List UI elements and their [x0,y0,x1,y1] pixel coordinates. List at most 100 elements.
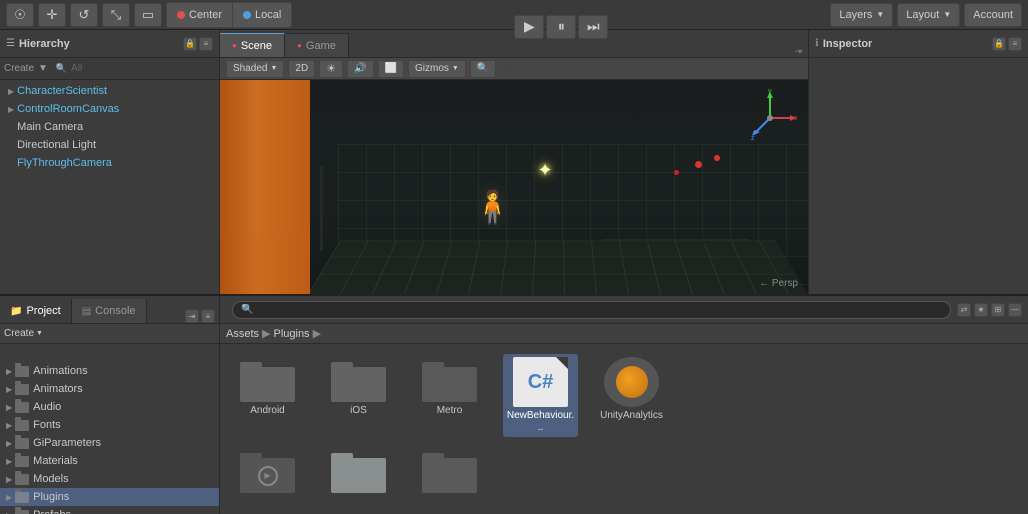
folder-arrow: ▶ [6,511,12,514]
video-folder-thumb: ▶ [240,448,295,493]
folder-item-prefabs[interactable]: ▶ Prefabs [0,506,219,514]
folder-icon [15,438,29,449]
layers-dropdown[interactable]: Layers ▼ [830,3,893,27]
file-item-android[interactable]: Android [230,354,305,420]
inspector-panel-controls: 🔒 ≡ [992,37,1022,51]
account-button[interactable]: Account [964,3,1022,27]
play-button[interactable]: ▶ [514,15,544,39]
folder-item-plugins[interactable]: ▶ Plugins [0,488,219,506]
scene-panel-lock[interactable]: ⇥ [788,46,808,57]
game-tab-dot: ● [297,41,302,50]
local-btn[interactable]: Local [233,3,291,27]
hierarchy-item-directionallight[interactable]: ▶ Directional Light [0,136,219,154]
project-tab[interactable]: 📁 Project [0,299,72,323]
search-icon: 🔍 [56,63,67,74]
folder-item-models[interactable]: ▶ Models [0,470,219,488]
folder-list: ▶ Animations ▶ Animators ▶ Audio ▶ [0,344,219,514]
file-item-folder-sm[interactable] [412,445,487,496]
file-label-metro: Metro [437,405,463,417]
top-toolbar: ☉ ✛ ↺ ⤡ ▭ Center Local ▶ ⏸ ⏭ Layers ▼ La… [0,0,1028,30]
sync-btn[interactable]: ⇄ [957,303,971,317]
right-toolbar: Layers ▼ Layout ▼ Account [830,3,1022,27]
hierarchy-create-btn[interactable]: Create [4,63,34,74]
file-item-metro[interactable]: Metro [412,354,487,420]
folder-list-scroll-spacer [0,346,219,362]
hand-tool-btn[interactable]: ☉ [6,3,34,27]
file-label-ios: iOS [350,405,367,417]
file-item-ios[interactable]: iOS [321,354,396,420]
folder-arrow: ▶ [6,457,12,466]
2d-btn[interactable]: 2D [288,60,315,78]
console-tab[interactable]: ▤ Console [72,299,147,323]
rotate-tool-btn[interactable]: ↺ [70,3,98,27]
hierarchy-header: ☰ Hierarchy 🔒 ≡ [0,30,219,58]
folder-icon [15,384,29,395]
effects-btn[interactable]: ⬜ [378,60,404,78]
folder-item-animators[interactable]: ▶ Animators [0,380,219,398]
file-label-android: Android [250,405,284,417]
folder-icon [15,474,29,485]
hierarchy-create-arrow: ▼ [38,63,48,74]
pause-button[interactable]: ⏸ [546,15,576,39]
folder-thumb-android [240,357,295,402]
audio-btn[interactable]: 🔊 [347,60,373,78]
pivot-group: Center Local [166,2,292,28]
star-btn[interactable]: ★ [974,303,988,317]
hierarchy-search-all: All [71,63,82,74]
hierarchy-item-characterscientist[interactable]: ▶ CharacterScientist [0,82,219,100]
file-item-newbehaviour[interactable]: C# NewBehaviour... [503,354,578,437]
inspector-title: Inspector [823,38,873,50]
folder-item-animations[interactable]: ▶ Animations [0,362,219,380]
create-arrow: ▼ [36,330,43,337]
file-item-video[interactable]: ▶ [230,445,305,496]
game-tab[interactable]: ● Game [285,33,349,57]
inspector-panel: ℹ Inspector 🔒 ≡ [808,30,1028,294]
move-tool-btn[interactable]: ✛ [38,3,66,27]
rect-tool-btn[interactable]: ▭ [134,3,162,27]
project-create-bar: Create ▼ [0,324,219,344]
folder-item-audio[interactable]: ▶ Audio [0,398,219,416]
scale-tool-btn[interactable]: ⤡ [102,3,130,27]
layout-dropdown[interactable]: Layout ▼ [897,3,960,27]
folder-item-giparameters[interactable]: ▶ GiParameters [0,434,219,452]
hierarchy-panel-controls: 🔒 ≡ [183,37,213,51]
inspector-menu-btn[interactable]: ≡ [1008,37,1022,51]
scene-viewport[interactable]: 🧍 ✦ [220,80,808,294]
minus-btn[interactable]: — [1008,303,1022,317]
search-icon-scene: 🔍 [470,60,496,78]
sun-btn[interactable]: ☀ [319,60,343,78]
folder-item-materials[interactable]: ▶ Materials [0,452,219,470]
folder-icon [15,492,29,503]
scene-tab[interactable]: ● Scene [220,33,285,57]
hierarchy-item-flythroughcamera[interactable]: ▶ FlyThroughCamera [0,154,219,172]
red-dot-3 [714,155,720,161]
folder-arrow: ▶ [6,367,12,376]
hierarchy-lock-btn[interactable]: 🔒 [183,37,197,51]
hierarchy-menu-btn[interactable]: ≡ [199,37,213,51]
hierarchy-toolbar: Create ▼ 🔍 All [0,58,219,80]
hierarchy-item-controlroomcanvas[interactable]: ▶ ControlRoomCanvas [0,100,219,118]
hierarchy-item-maincamera[interactable]: ▶ Main Camera [0,118,219,136]
console-icon: ▤ [82,306,91,317]
file-item-unityanalytics[interactable]: UnityAnalytics [594,354,669,425]
step-button[interactable]: ⏭ [578,15,608,39]
folder-item-fonts[interactable]: ▶ Fonts [0,416,219,434]
scene-background: 🧍 ✦ [220,80,808,294]
breadcrumb-plugins[interactable]: Plugins [273,328,309,340]
file-item-folder-light[interactable] [321,445,396,496]
orange-wall-panel [220,80,310,294]
files-row-1: Android iOS [230,354,1018,437]
breadcrumb-assets[interactable]: Assets [226,328,259,340]
center-btn[interactable]: Center [167,3,233,27]
more-btn[interactable]: ⊞ [991,303,1005,317]
shaded-dropdown[interactable]: Shaded ▼ [226,60,284,78]
file-browser-header: ⇄ ★ ⊞ — [220,296,1028,324]
play-controls: ▶ ⏸ ⏭ [514,15,608,39]
gizmos-dropdown[interactable]: Gizmos ▼ [408,60,466,78]
project-menu-btn[interactable]: ≡ [201,309,215,323]
project-create-btn[interactable]: Create ▼ [4,328,43,339]
project-panel-controls: ⇥ ≡ [185,309,219,323]
search-input[interactable] [232,301,951,319]
inspector-lock-btn[interactable]: 🔒 [992,37,1006,51]
project-lock-btn[interactable]: ⇥ [185,309,199,323]
